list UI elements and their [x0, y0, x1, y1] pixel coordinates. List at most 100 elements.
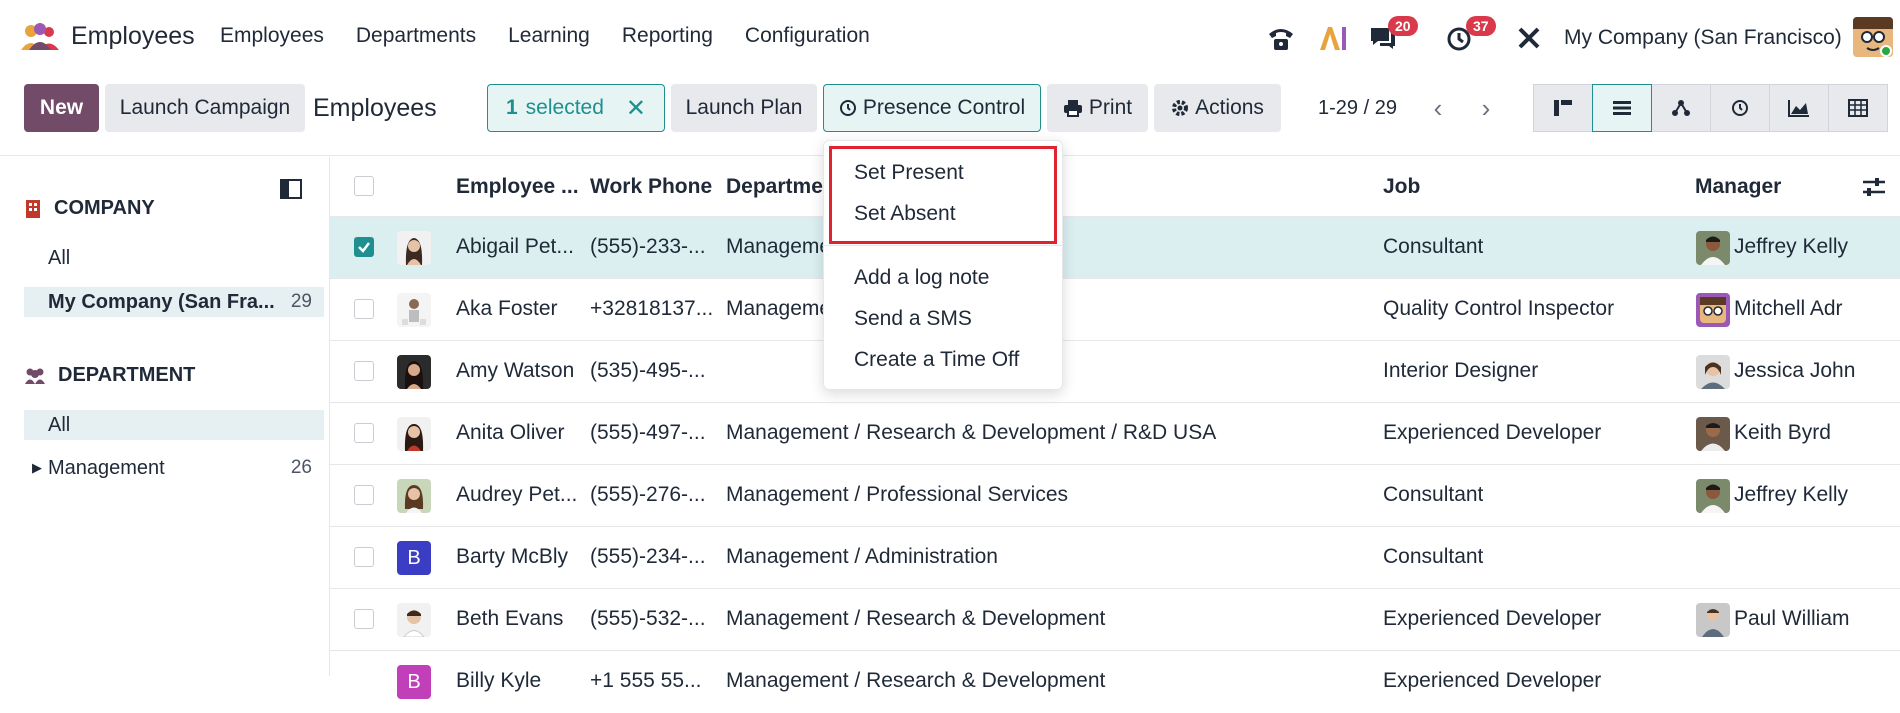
menu-configuration[interactable]: Configuration — [745, 24, 870, 48]
employee-avatar — [397, 479, 431, 513]
column-header-job[interactable]: Job — [1383, 175, 1420, 199]
list-view-icon[interactable] — [1592, 84, 1652, 132]
send-sms-item[interactable]: Send a SMS — [854, 307, 972, 331]
employee-name: Abigail Pet... — [456, 235, 574, 258]
activities-badge: 37 — [1466, 16, 1496, 36]
messages-icon[interactable]: 20 — [1368, 16, 1418, 54]
selected-count: 1 — [505, 96, 518, 119]
app-name[interactable]: Employees — [71, 22, 195, 51]
column-header-manager[interactable]: Manager — [1695, 175, 1781, 199]
ai-icon[interactable] — [1318, 22, 1348, 54]
employee-avatar: B — [397, 541, 431, 575]
pager-value[interactable]: 1-29 / 29 — [1318, 97, 1397, 120]
launch-plan-button[interactable]: Launch Plan — [671, 84, 817, 132]
work-phone: (555)-233-... — [590, 235, 706, 258]
phone-icon[interactable] — [1266, 22, 1296, 54]
add-log-note-item[interactable]: Add a log note — [854, 266, 989, 290]
department-item-management[interactable]: ▶ Management 26 — [24, 453, 324, 483]
menu-learning[interactable]: Learning — [508, 24, 590, 48]
company-item-label: All — [48, 246, 71, 269]
work-phone: (535)-495-... — [590, 359, 706, 382]
manager-name: Jeffrey Kelly — [1734, 483, 1848, 506]
employee-name: Barty McBly — [456, 545, 569, 568]
department-heading: DEPARTMENT — [24, 364, 195, 387]
table-row[interactable]: B Barty McBly (555)-234-... Management /… — [330, 527, 1900, 589]
work-phone: +32818137... — [590, 297, 714, 320]
work-phone: (555)-532-... — [590, 607, 706, 630]
create-time-off-item[interactable]: Create a Time Off — [854, 348, 1019, 372]
menu-employees[interactable]: Employees — [220, 24, 324, 48]
pager-next-icon[interactable]: › — [1464, 86, 1508, 130]
searchpanel: COMPANY All My Company (San Fra... 29 DE… — [0, 157, 330, 676]
row-checkbox[interactable] — [354, 609, 374, 629]
table-row[interactable]: Amy Watson (535)-495-... Interior Design… — [330, 341, 1900, 403]
employee-avatar — [397, 293, 431, 327]
collapse-panel-icon[interactable] — [280, 179, 302, 204]
company-switcher[interactable]: My Company (San Francisco) — [1564, 26, 1842, 50]
print-label: Print — [1088, 96, 1133, 119]
department: Management / Research & Development — [726, 669, 1106, 692]
job: Quality Control Inspector — [1383, 297, 1615, 320]
menu-departments[interactable]: Departments — [356, 24, 476, 48]
presence-control-button[interactable]: Presence Control — [823, 84, 1041, 132]
department-item-label: All — [48, 413, 71, 436]
gear-icon — [1172, 100, 1189, 116]
pivot-view-icon[interactable] — [1828, 84, 1888, 132]
employee-avatar: B — [397, 665, 431, 699]
actions-button[interactable]: Actions — [1154, 84, 1281, 132]
row-checkbox[interactable] — [354, 361, 374, 381]
activity-view-icon[interactable] — [1710, 84, 1770, 132]
row-checkbox[interactable] — [354, 547, 374, 567]
top-navbar: Employees Employees Departments Learning… — [0, 0, 1900, 76]
department: Management / Administration — [726, 545, 998, 568]
table-row[interactable]: Anita Oliver (555)-497-... Management / … — [330, 403, 1900, 465]
table-header: Employee ... Work Phone Department Job M… — [330, 157, 1900, 217]
department-item-all[interactable]: All — [24, 410, 324, 440]
table-row[interactable]: B Billy Kyle +1 555 55... Management / R… — [330, 651, 1900, 713]
employees-app-icon[interactable] — [19, 22, 61, 52]
row-checkbox[interactable] — [354, 299, 374, 319]
presence-control-label: Presence Control — [862, 96, 1026, 119]
manager-name: Paul William — [1734, 607, 1850, 630]
manager-avatar — [1696, 355, 1730, 389]
pager-previous-icon[interactable]: ‹ — [1416, 86, 1460, 130]
menu-reporting[interactable]: Reporting — [622, 24, 713, 48]
table-row[interactable]: Beth Evans (555)-532-... Management / Re… — [330, 589, 1900, 651]
employee-name: Audrey Pet... — [456, 483, 578, 506]
work-phone: +1 555 55... — [590, 669, 702, 692]
print-button[interactable]: Print — [1047, 84, 1148, 132]
tools-icon[interactable] — [1516, 22, 1542, 54]
row-checkbox[interactable] — [354, 237, 374, 257]
actions-label: Actions — [1195, 96, 1264, 119]
graph-view-icon[interactable] — [1769, 84, 1829, 132]
activities-icon[interactable]: 37 — [1446, 16, 1496, 54]
kanban-view-icon[interactable] — [1533, 84, 1593, 132]
row-checkbox[interactable] — [354, 485, 374, 505]
column-header-employee[interactable]: Employee ... — [456, 175, 579, 199]
company-item-my-company[interactable]: My Company (San Fra... 29 — [24, 287, 324, 317]
table-row[interactable]: Audrey Pet... (555)-276-... Management /… — [330, 465, 1900, 527]
hierarchy-view-icon[interactable] — [1651, 84, 1711, 132]
new-button[interactable]: New — [24, 84, 99, 132]
column-header-work-phone[interactable]: Work Phone — [590, 175, 712, 199]
job: Experienced Developer — [1383, 421, 1602, 444]
table-row[interactable]: Aka Foster +32818137... Management Quali… — [330, 279, 1900, 341]
caret-right-icon[interactable]: ▶ — [32, 460, 42, 476]
select-all-checkbox[interactable] — [354, 176, 374, 196]
employee-name: Amy Watson — [456, 359, 575, 382]
company-item-all[interactable]: All — [24, 243, 324, 273]
job: Experienced Developer — [1383, 669, 1602, 692]
work-phone: (555)-497-... — [590, 421, 706, 444]
table-row[interactable]: Abigail Pet... (555)-233-... Management … — [330, 217, 1900, 279]
user-avatar[interactable] — [1853, 17, 1893, 57]
unselect-icon[interactable]: ✕ — [626, 94, 646, 123]
optional-columns-icon[interactable] — [1862, 177, 1886, 202]
manager-avatar — [1696, 603, 1730, 637]
department: Management / Research & Development — [726, 607, 1106, 630]
row-checkbox[interactable] — [354, 423, 374, 443]
manager-avatar — [1696, 293, 1730, 327]
highlight-box — [829, 146, 1057, 244]
launch-campaign-button[interactable]: Launch Campaign — [105, 84, 305, 132]
company-heading-label: COMPANY — [54, 197, 155, 219]
job: Experienced Developer — [1383, 607, 1602, 630]
